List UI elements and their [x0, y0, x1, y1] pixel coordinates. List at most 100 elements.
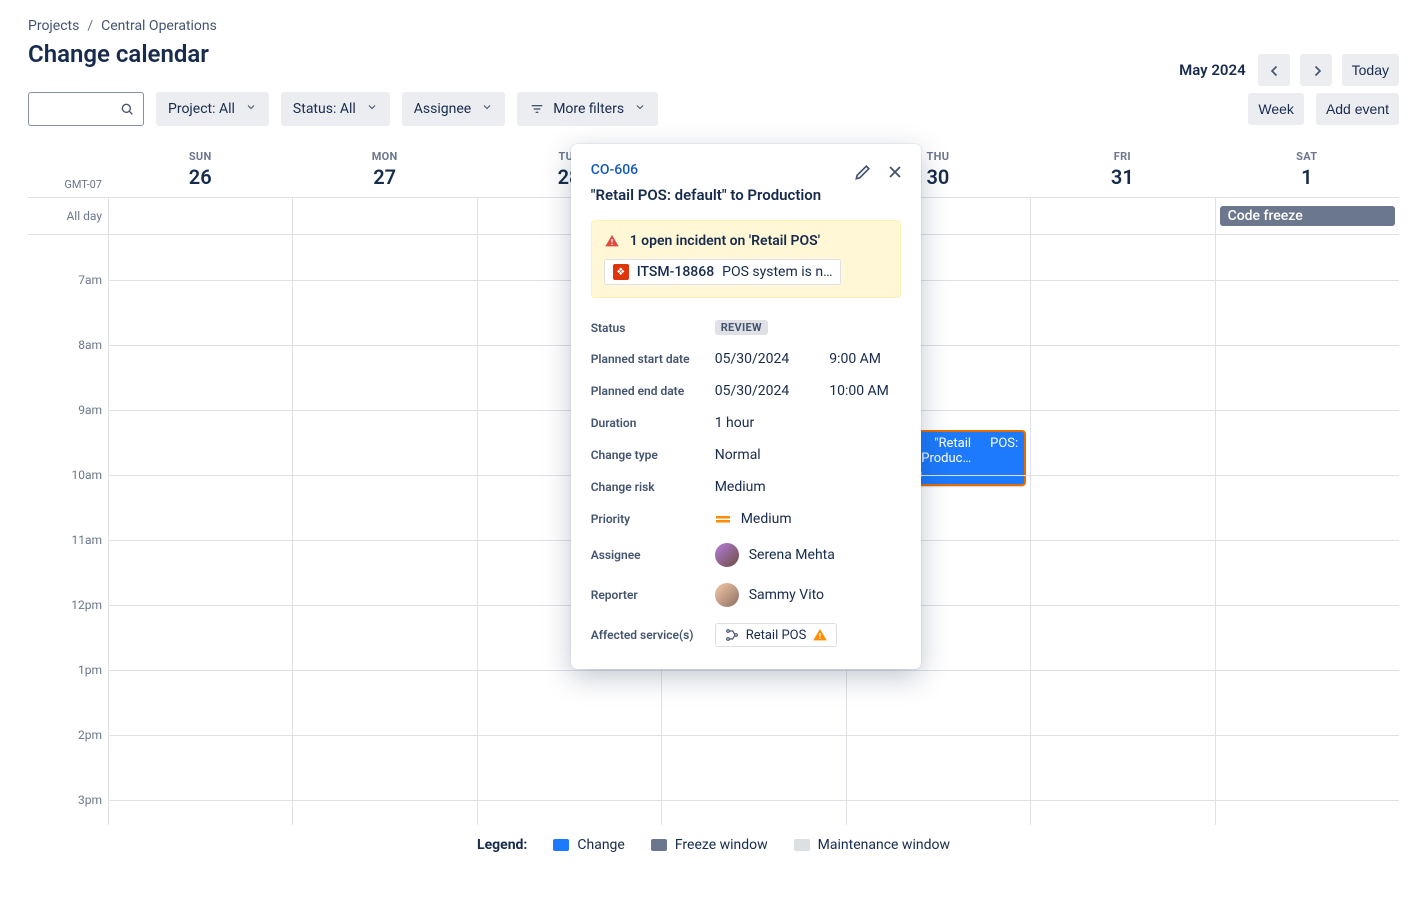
- chevron-left-icon: [1266, 62, 1282, 78]
- chevron-down-icon: [245, 101, 257, 117]
- dnum-fri: 31: [1030, 165, 1214, 189]
- allday-cell-fri[interactable]: [1030, 198, 1214, 234]
- week-toggle[interactable]: Week: [1248, 93, 1304, 125]
- hour-label: 8am: [78, 338, 102, 352]
- warning-head-text: 1 open incident on 'Retail POS': [630, 233, 820, 249]
- filter-more[interactable]: More filters: [517, 92, 658, 126]
- filter-status-label: Status: All: [293, 101, 356, 117]
- incident-type-icon: ❖: [613, 264, 629, 280]
- breadcrumb-sep: /: [87, 18, 93, 34]
- allday-cell-sun[interactable]: [108, 198, 292, 234]
- hour-label: 11am: [71, 533, 102, 547]
- field-status-label: Status: [591, 321, 715, 335]
- breadcrumb: Projects / Central Operations: [28, 18, 1399, 34]
- avatar: [715, 543, 739, 567]
- day-col-sat[interactable]: [1215, 235, 1399, 825]
- day-col-mon[interactable]: [292, 235, 476, 825]
- field-priority-label: Priority: [591, 512, 715, 526]
- legend: Legend: Change Freeze window Maintenance…: [28, 825, 1399, 857]
- popover-title: "Retail POS: default" to Production: [591, 186, 901, 204]
- field-assignee-value: Serena Mehta: [749, 547, 835, 563]
- dnum-sat: 1: [1215, 165, 1399, 189]
- field-start-time: 9:00 AM: [829, 351, 881, 367]
- filter-more-label: More filters: [553, 101, 624, 117]
- popover-issue-link[interactable]: CO-606: [591, 162, 638, 178]
- dow-sat: SAT: [1215, 150, 1399, 163]
- hour-label: 12pm: [71, 598, 102, 612]
- field-end-time: 10:00 AM: [829, 383, 889, 399]
- field-end-date: 05/30/2024: [715, 383, 790, 399]
- field-assignee-label: Assignee: [591, 548, 715, 562]
- warning-icon: [812, 627, 828, 643]
- chevron-down-icon: [481, 101, 493, 117]
- hour-label: 3pm: [78, 793, 102, 807]
- freeze-window-event[interactable]: Code freeze: [1220, 206, 1395, 226]
- chevron-down-icon: [366, 101, 378, 117]
- field-reporter-value: Sammy Vito: [749, 587, 824, 603]
- day-col-sun[interactable]: [108, 235, 292, 825]
- priority-medium-icon: [715, 511, 731, 527]
- field-services-label: Affected service(s): [591, 628, 715, 642]
- incident-summary: POS system is n…: [722, 264, 832, 280]
- dnum-mon: 27: [292, 165, 476, 189]
- add-event-button[interactable]: Add event: [1316, 93, 1399, 125]
- legend-freeze: Freeze window: [651, 837, 768, 853]
- field-duration-value: 1 hour: [715, 415, 755, 431]
- field-duration-label: Duration: [591, 416, 715, 430]
- filter-project-label: Project: All: [168, 101, 235, 117]
- filter-project[interactable]: Project: All: [156, 92, 269, 126]
- incident-id: ITSM-18868: [637, 264, 714, 280]
- hour-label: 9am: [78, 403, 102, 417]
- calendar: GMT-07 SUN26 MON27 TUE28 WED29 THU30 FRI…: [28, 144, 1399, 825]
- field-end-label: Planned end date: [591, 384, 715, 398]
- toolbar: Project: All Status: All Assignee More f…: [28, 92, 1399, 126]
- legend-maint: Maintenance window: [794, 837, 950, 853]
- field-start-date: 05/30/2024: [715, 351, 790, 367]
- service-chip[interactable]: Retail POS: [715, 623, 838, 647]
- field-risk-label: Change risk: [591, 480, 715, 494]
- search-input-wrap[interactable]: [28, 92, 144, 126]
- filter-assignee[interactable]: Assignee: [402, 92, 505, 126]
- prev-button[interactable]: [1258, 54, 1290, 86]
- page-title: Change calendar: [28, 40, 209, 68]
- chevron-right-icon: [1308, 62, 1324, 78]
- day-col-fri[interactable]: [1030, 235, 1214, 825]
- dow-mon: MON: [292, 150, 476, 163]
- incident-warning: 1 open incident on 'Retail POS' ❖ ITSM-1…: [591, 220, 901, 298]
- service-name: Retail POS: [746, 628, 807, 643]
- filter-assignee-label: Assignee: [414, 101, 471, 117]
- hour-label: 7am: [78, 273, 102, 287]
- search-input[interactable]: [37, 100, 119, 118]
- close-icon[interactable]: [885, 162, 901, 178]
- tz-label: GMT-07: [28, 144, 108, 197]
- edit-icon[interactable]: [853, 162, 869, 178]
- avatar: [715, 583, 739, 607]
- warning-icon: [604, 233, 620, 249]
- allday-cell-sat[interactable]: Code freeze: [1215, 198, 1399, 234]
- time-gutter: 6am7am8am9am10am11am12pm1pm2pm3pm: [28, 235, 108, 825]
- field-type-label: Change type: [591, 448, 715, 462]
- allday-cell-mon[interactable]: [292, 198, 476, 234]
- swatch-freeze: [651, 839, 667, 851]
- event-popover: CO-606 "Retail POS: default" to Producti…: [571, 144, 921, 669]
- field-type-value: Normal: [715, 447, 761, 463]
- search-icon: [119, 101, 135, 117]
- chevron-down-icon: [634, 101, 646, 117]
- today-button[interactable]: Today: [1342, 54, 1399, 86]
- dow-sun: SUN: [108, 150, 292, 163]
- field-risk-value: Medium: [715, 479, 766, 495]
- hour-label: 10am: [71, 468, 102, 482]
- incident-chip[interactable]: ❖ ITSM-18868 POS system is n…: [604, 259, 842, 285]
- field-reporter-label: Reporter: [591, 588, 715, 602]
- service-icon: [724, 627, 740, 643]
- breadcrumb-root[interactable]: Projects: [28, 18, 79, 34]
- breadcrumb-project[interactable]: Central Operations: [101, 18, 217, 34]
- legend-change: Change: [553, 837, 624, 853]
- swatch-maint: [794, 839, 810, 851]
- legend-label: Legend:: [477, 837, 527, 853]
- next-button[interactable]: [1300, 54, 1332, 86]
- month-nav: May 2024 Today: [1179, 54, 1399, 86]
- dow-fri: FRI: [1030, 150, 1214, 163]
- filter-status[interactable]: Status: All: [281, 92, 390, 126]
- dnum-sun: 26: [108, 165, 292, 189]
